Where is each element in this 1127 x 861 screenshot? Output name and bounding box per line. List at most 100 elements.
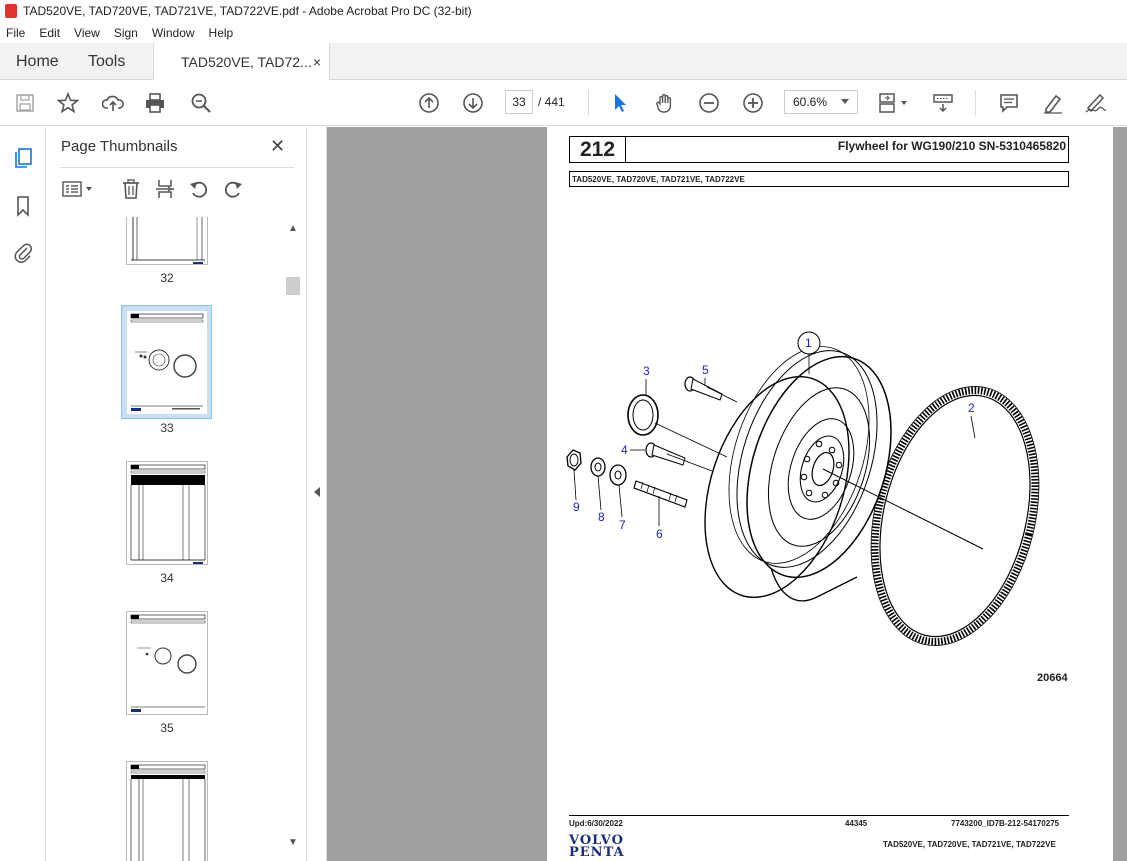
tab-bar: Home Tools TAD520VE, TAD72... × (0, 43, 1127, 81)
page-total: / 441 (538, 95, 565, 109)
print-icon[interactable] (143, 91, 167, 115)
panel-splitter[interactable] (306, 127, 327, 861)
document-canvas[interactable]: 212 Flywheel for WG190/210 SN-5310465820… (327, 127, 1127, 861)
close-tab-icon[interactable]: × (313, 54, 321, 70)
page-thumbnail[interactable] (126, 761, 208, 861)
menu-edit[interactable]: Edit (39, 26, 60, 40)
washer-7 (609, 464, 627, 486)
callout-label: 3 (643, 364, 650, 378)
menu-window[interactable]: Window (152, 26, 195, 40)
bolt-4 (645, 442, 713, 472)
upload-icon[interactable] (101, 91, 125, 115)
flywheel-exploded-diagram: 1 2 3 4 5 6 7 8 9 (566, 331, 1040, 646)
delete-page-icon[interactable] (120, 178, 142, 200)
page-thumbnail[interactable] (126, 611, 208, 715)
bookmarks-icon[interactable] (12, 195, 34, 217)
callout-label: 8 (598, 510, 605, 524)
thumbnail-options-menu[interactable] (60, 178, 96, 200)
callout-label: 1 (805, 336, 812, 350)
footer-updated: Upd:6/30/2022 (569, 819, 623, 828)
callout-label: 5 (702, 363, 709, 377)
nut (566, 449, 582, 471)
scroll-up-icon[interactable]: ▲ (288, 223, 298, 234)
thumbnail-page (127, 311, 207, 414)
callout-label: 6 (656, 527, 663, 541)
tab-tools[interactable]: Tools (88, 43, 125, 80)
zoom-in-icon[interactable] (741, 91, 765, 115)
page-thumbnail[interactable] (126, 461, 208, 565)
attachments-icon[interactable] (12, 241, 34, 263)
panel-divider (60, 167, 294, 168)
save-icon[interactable] (13, 91, 37, 115)
page-thumbnail-selected[interactable] (121, 305, 212, 419)
page-title: Flywheel for WG190/210 SN-5310465820 (837, 139, 1066, 153)
page-thumbnails-panel: Page Thumbnails ✕ 32 33 34 35 ▲ ▼ (46, 127, 306, 861)
menu-bar: File Edit View Sign Window Help (0, 22, 1127, 43)
page-down-icon[interactable] (461, 91, 485, 115)
scroll-mode-icon[interactable] (931, 91, 955, 115)
title-bar: TAD520VE, TAD720VE, TAD721VE, TAD722VE.p… (0, 0, 1127, 22)
toolbar-divider (588, 90, 589, 116)
menu-sign[interactable]: Sign (114, 26, 138, 40)
callout-label: 9 (573, 500, 580, 514)
page-header: 212 Flywheel for WG190/210 SN-5310465820 (569, 136, 1069, 163)
callout-label: 2 (968, 401, 975, 415)
logo-line-2: PENTA (569, 845, 625, 860)
main-toolbar: 33 / 441 60.6% (0, 80, 1127, 126)
flywheel (704, 346, 984, 602)
panel-title: Page Thumbnails (61, 138, 178, 155)
comment-icon[interactable] (997, 91, 1021, 115)
zoom-out-icon[interactable] (697, 91, 721, 115)
tab-document-label: TAD520VE, TAD72... (181, 54, 312, 70)
models-line: TAD520VE, TAD720VE, TAD721VE, TAD722VE (569, 171, 1069, 187)
thumbnail-label: 33 (160, 421, 174, 435)
pdf-page: 212 Flywheel for WG190/210 SN-5310465820… (547, 127, 1113, 861)
star-icon[interactable] (56, 91, 80, 115)
callout-label: 7 (619, 518, 626, 532)
section-number: 212 (570, 137, 626, 162)
page-thumbnails-icon[interactable] (12, 147, 34, 169)
footer-models: TAD520VE, TAD720VE, TAD721VE, TAD722VE (883, 840, 1056, 849)
rotate-counterclockwise-icon[interactable] (188, 178, 210, 200)
volvo-penta-logo: VOLVO PENTA (569, 834, 641, 861)
menu-help[interactable]: Help (209, 26, 234, 40)
washer-8 (590, 457, 606, 477)
figure-number: 20664 (1037, 672, 1068, 684)
footer-code: 44345 (845, 819, 868, 828)
thumbnail-label: 34 (160, 571, 174, 585)
highlight-icon[interactable] (1040, 91, 1064, 115)
zoom-search-icon[interactable] (189, 91, 213, 115)
scrollbar-thumb[interactable] (286, 277, 300, 295)
menu-view[interactable]: View (74, 26, 100, 40)
toolbar-divider (975, 90, 976, 116)
rotate-clockwise-icon[interactable] (222, 178, 244, 200)
sign-icon[interactable] (1084, 91, 1108, 115)
zoom-level-value: 60.6% (793, 95, 828, 109)
thumbnail-list: 32 33 34 35 (46, 217, 286, 861)
zoom-level-select[interactable]: 60.6% (784, 90, 858, 114)
thumbnail-scrollbar[interactable]: ▲ ▼ (286, 217, 300, 861)
page-number-input[interactable]: 33 (505, 90, 533, 114)
page-up-icon[interactable] (417, 91, 441, 115)
chevron-down-icon (841, 99, 849, 104)
thumbnail-label: 32 (160, 271, 174, 285)
page-thumbnail[interactable] (126, 217, 208, 265)
callout-label: 4 (621, 443, 628, 457)
acrobat-app-icon (5, 4, 17, 18)
left-navigation-rail (0, 127, 46, 861)
seal-ring (627, 394, 728, 458)
bolt-5 (684, 376, 738, 403)
window-title: TAD520VE, TAD720VE, TAD721VE, TAD722VE.p… (23, 4, 472, 18)
select-cursor-icon[interactable] (608, 91, 632, 115)
close-panel-icon[interactable]: ✕ (270, 136, 285, 157)
footer-rule (569, 815, 1069, 816)
collapse-panel-icon[interactable] (314, 487, 320, 497)
footer-id: 7743200_ID7B-212-54170275 (951, 819, 1060, 828)
tab-home[interactable]: Home (16, 43, 59, 80)
tab-document[interactable]: TAD520VE, TAD72... × (153, 43, 330, 81)
page-display-icon[interactable] (876, 91, 912, 115)
hand-icon[interactable] (653, 91, 677, 115)
scroll-down-icon[interactable]: ▼ (288, 837, 298, 848)
extract-pages-icon[interactable] (154, 178, 176, 200)
menu-file[interactable]: File (6, 26, 25, 40)
